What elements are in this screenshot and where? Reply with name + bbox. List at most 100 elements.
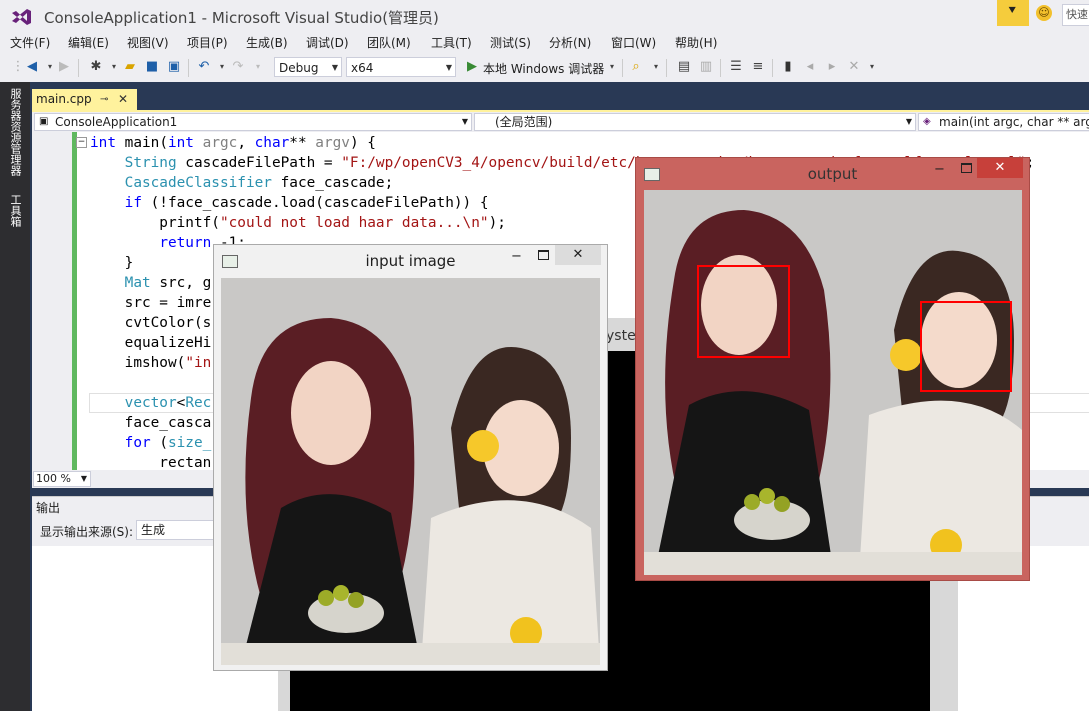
code-line-9: src = imre [90,295,212,311]
code-line-1: int main(int argc, char** argv) { [90,135,376,151]
document-tab-main-cpp[interactable]: main.cpp ⊸ ✕ [32,89,137,110]
menu-debug[interactable]: 调试(D) [306,34,349,51]
output-pane-title: 输出 [36,501,61,515]
menu-team[interactable]: 团队(M) [367,34,411,51]
start-debugging-button[interactable]: 本地 Windows 调试器 [483,60,604,77]
code-line-10: cvtColor(s [90,315,212,331]
project-nav-select[interactable]: ▣ ConsoleApplication1 ▼ [34,113,472,131]
save-icon[interactable]: ■ [144,59,160,75]
redo-dropdown-icon[interactable]: ▾ [250,59,266,75]
project-nav-value: ConsoleApplication1 [55,115,178,129]
code-line-15: face_casca [90,415,212,431]
code-line-12: imshow("in [90,355,212,371]
maximize-icon[interactable] [538,250,549,260]
bookmark-icon[interactable]: ▮ [780,59,796,75]
undo-dropdown-icon[interactable]: ▾ [214,59,230,75]
menu-tools[interactable]: 工具(T) [431,34,472,51]
output-source-label: 显示输出来源(S): [40,525,134,539]
flag-icon: ⯆ [1007,4,1018,19]
zoom-value: 100 % [36,472,71,485]
project-icon: ▣ [39,116,49,127]
prev-bookmark-icon[interactable]: ◂ [802,59,818,75]
navigate-back-icon[interactable]: ◀ [24,59,40,75]
next-bookmark-icon[interactable]: ▸ [824,59,840,75]
change-tracking-bar [72,132,77,470]
minimize-icon[interactable]: − [511,249,522,264]
code-line-8: Mat src, g [124,275,212,291]
tab-toolbox[interactable]: 工具箱 [7,194,23,227]
code-line-5: printf("could not load haar data...\n"); [90,215,506,231]
collapse-outline-icon[interactable]: − [76,137,87,148]
zoom-select[interactable]: 100 % ▼ [33,471,91,487]
undo-icon[interactable]: ↶ [196,59,212,75]
face-detection-box [920,301,1012,392]
menu-build[interactable]: 生成(B) [246,34,288,51]
notifications-button[interactable]: ⯆ [997,0,1029,26]
menu-file[interactable]: 文件(F) [10,34,50,51]
navigate-forward-icon[interactable]: ▶ [56,59,72,75]
properties-icon[interactable]: ▥ [698,59,714,75]
start-debugging-icon[interactable]: ▶ [464,59,480,75]
code-line-7: } [90,255,134,271]
solution-config-select[interactable]: Debug ▼ [274,57,342,77]
title-bar: ConsoleApplication1 - Microsoft Visual S… [0,0,1089,33]
code-line-14: vector<Rec [124,395,212,411]
close-icon[interactable]: ✕ [977,158,1023,178]
menu-bar: 文件(F) 编辑(E) 视图(V) 项目(P) 生成(B) 调试(D) 团队(M… [0,33,1089,53]
face-detection-box [697,265,790,358]
input-image-window[interactable]: input image − ✕ [213,244,608,671]
menu-help[interactable]: 帮助(H) [675,34,717,51]
close-icon[interactable]: ✕ [555,245,601,265]
console-window-title: yste [606,328,636,344]
menu-edit[interactable]: 编辑(E) [68,34,109,51]
comment-icon[interactable]: ☰ [728,59,744,75]
menu-analyze[interactable]: 分析(N) [549,34,591,51]
maximize-icon[interactable] [961,163,972,173]
member-nav-select[interactable]: ◈ main(int argc, char ** argv) [918,113,1089,131]
tab-server-explorer[interactable]: 服务器资源管理器 [7,88,23,176]
menu-window[interactable]: 窗口(W) [611,34,656,51]
left-tool-strip: 服务器资源管理器 工具箱 [0,82,30,711]
new-project-icon[interactable]: ✱ [88,59,104,75]
new-dropdown-icon[interactable]: ▾ [106,59,122,75]
uncomment-icon[interactable]: ≡ [750,59,766,75]
minimize-icon[interactable]: − [934,162,945,177]
visual-studio-logo-icon [12,9,31,25]
config-value: Debug [279,61,319,75]
platform-value: x64 [351,61,374,75]
pin-icon[interactable]: ⊸ [100,89,108,110]
line-gutter [32,132,72,470]
toolbar-options-icon[interactable]: ▾ [864,59,880,75]
find-in-files-icon[interactable]: ⌕ [628,59,644,75]
find-dropdown-icon[interactable]: ▾ [648,59,664,75]
menu-view[interactable]: 视图(V) [127,34,169,51]
code-line-4: if (!face_cascade.load(cascadeFilePath))… [124,195,489,211]
debug-target-dropdown-icon[interactable]: ▾ [604,59,620,75]
window-title: ConsoleApplication1 - Microsoft Visual S… [44,9,439,27]
quick-launch-input[interactable]: 快速 [1062,4,1089,26]
scope-nav-value: (全局范围) [495,115,553,129]
code-line-17: rectan [90,455,212,470]
save-all-icon[interactable]: ▣ [166,59,182,75]
solution-platform-select[interactable]: x64 ▼ [346,57,456,77]
open-file-icon[interactable]: ▰ [122,59,138,75]
close-icon[interactable]: ✕ [118,89,128,110]
output-source-value: 生成 [141,523,166,537]
code-line-16: for (size_ [124,435,212,451]
redo-icon[interactable]: ↷ [230,59,246,75]
clear-bookmarks-icon[interactable]: ✕ [846,59,862,75]
editor-navigation-bar: ▣ ConsoleApplication1 ▼ (全局范围) ▼ ◈ main(in… [32,112,1089,132]
document-tab-label: main.cpp [36,92,92,106]
method-icon: ◈ [923,116,931,127]
output-photo [644,190,1022,575]
output-image-window[interactable]: output − ✕ [635,157,1030,581]
input-photo [221,278,600,665]
scope-nav-select[interactable]: (全局范围) ▼ [474,113,916,131]
solution-explorer-icon[interactable]: ▤ [676,59,692,75]
feedback-smile-icon[interactable]: ☺ [1036,5,1052,21]
input-photo-image [221,278,600,665]
menu-project[interactable]: 项目(P) [187,34,228,51]
menu-test[interactable]: 测试(S) [490,34,531,51]
code-line-3: CascadeClassifier face_cascade; [124,175,394,191]
member-nav-value: main(int argc, char ** argv) [939,115,1089,129]
